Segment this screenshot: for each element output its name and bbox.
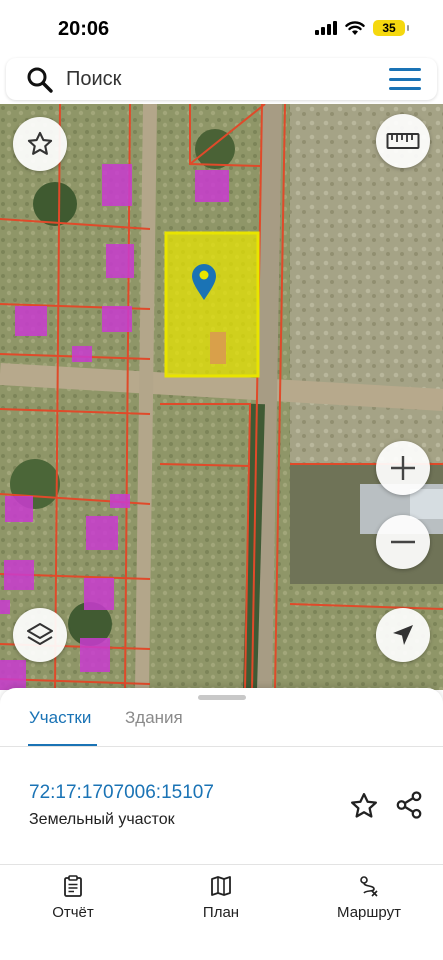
divider [0, 746, 443, 747]
cadastral-number-link[interactable]: 72:17:1707006:15107 [29, 782, 214, 804]
ruler-button[interactable] [376, 114, 430, 168]
layers-icon [27, 623, 53, 645]
status-icons: 35 [315, 20, 409, 36]
nav-plan[interactable]: План [166, 875, 276, 921]
wifi-icon [345, 20, 365, 35]
search-icon [27, 67, 53, 93]
minus-icon [391, 540, 415, 544]
route-icon [360, 876, 378, 897]
map-icon [211, 876, 231, 896]
report-icon [64, 875, 82, 897]
zoom-out-button[interactable] [376, 515, 430, 569]
nav-route[interactable]: Маршрут [314, 875, 424, 921]
star-icon [27, 131, 53, 155]
parcel-type-label: Земельный участок [29, 811, 175, 828]
map-view[interactable] [0, 104, 443, 690]
navigation-arrow-icon [393, 625, 413, 645]
menu-icon[interactable] [389, 68, 421, 90]
search-input[interactable]: Поиск [66, 68, 121, 91]
cellular-signal-icon [315, 21, 337, 35]
nav-report-label: Отчёт [52, 904, 94, 921]
my-location-button[interactable] [376, 608, 430, 662]
ruler-icon [386, 133, 420, 149]
tab-parcels[interactable]: Участки [29, 708, 91, 728]
bottom-navigation: Отчёт План Маршрут [0, 864, 443, 960]
battery-icon: 35 [373, 20, 409, 36]
favorite-map-button[interactable] [13, 117, 67, 171]
sheet-drag-handle[interactable] [198, 695, 246, 700]
bottom-sheet: Участки Здания 72:17:1707006:15107 Земел… [0, 688, 443, 864]
nav-route-label: Маршрут [337, 904, 401, 921]
favorite-star-icon[interactable] [349, 791, 379, 821]
nav-plan-label: План [202, 904, 240, 921]
status-bar: 20:06 35 [0, 0, 443, 56]
satellite-map[interactable] [0, 104, 443, 690]
layers-button[interactable] [13, 608, 67, 662]
share-icon[interactable] [394, 790, 424, 820]
zoom-in-button[interactable] [376, 441, 430, 495]
nav-report[interactable]: Отчёт [18, 875, 128, 921]
status-time: 20:06 [58, 18, 110, 40]
plus-icon [391, 456, 415, 480]
tab-buildings[interactable]: Здания [125, 708, 183, 728]
search-bar[interactable]: Поиск [6, 58, 437, 100]
